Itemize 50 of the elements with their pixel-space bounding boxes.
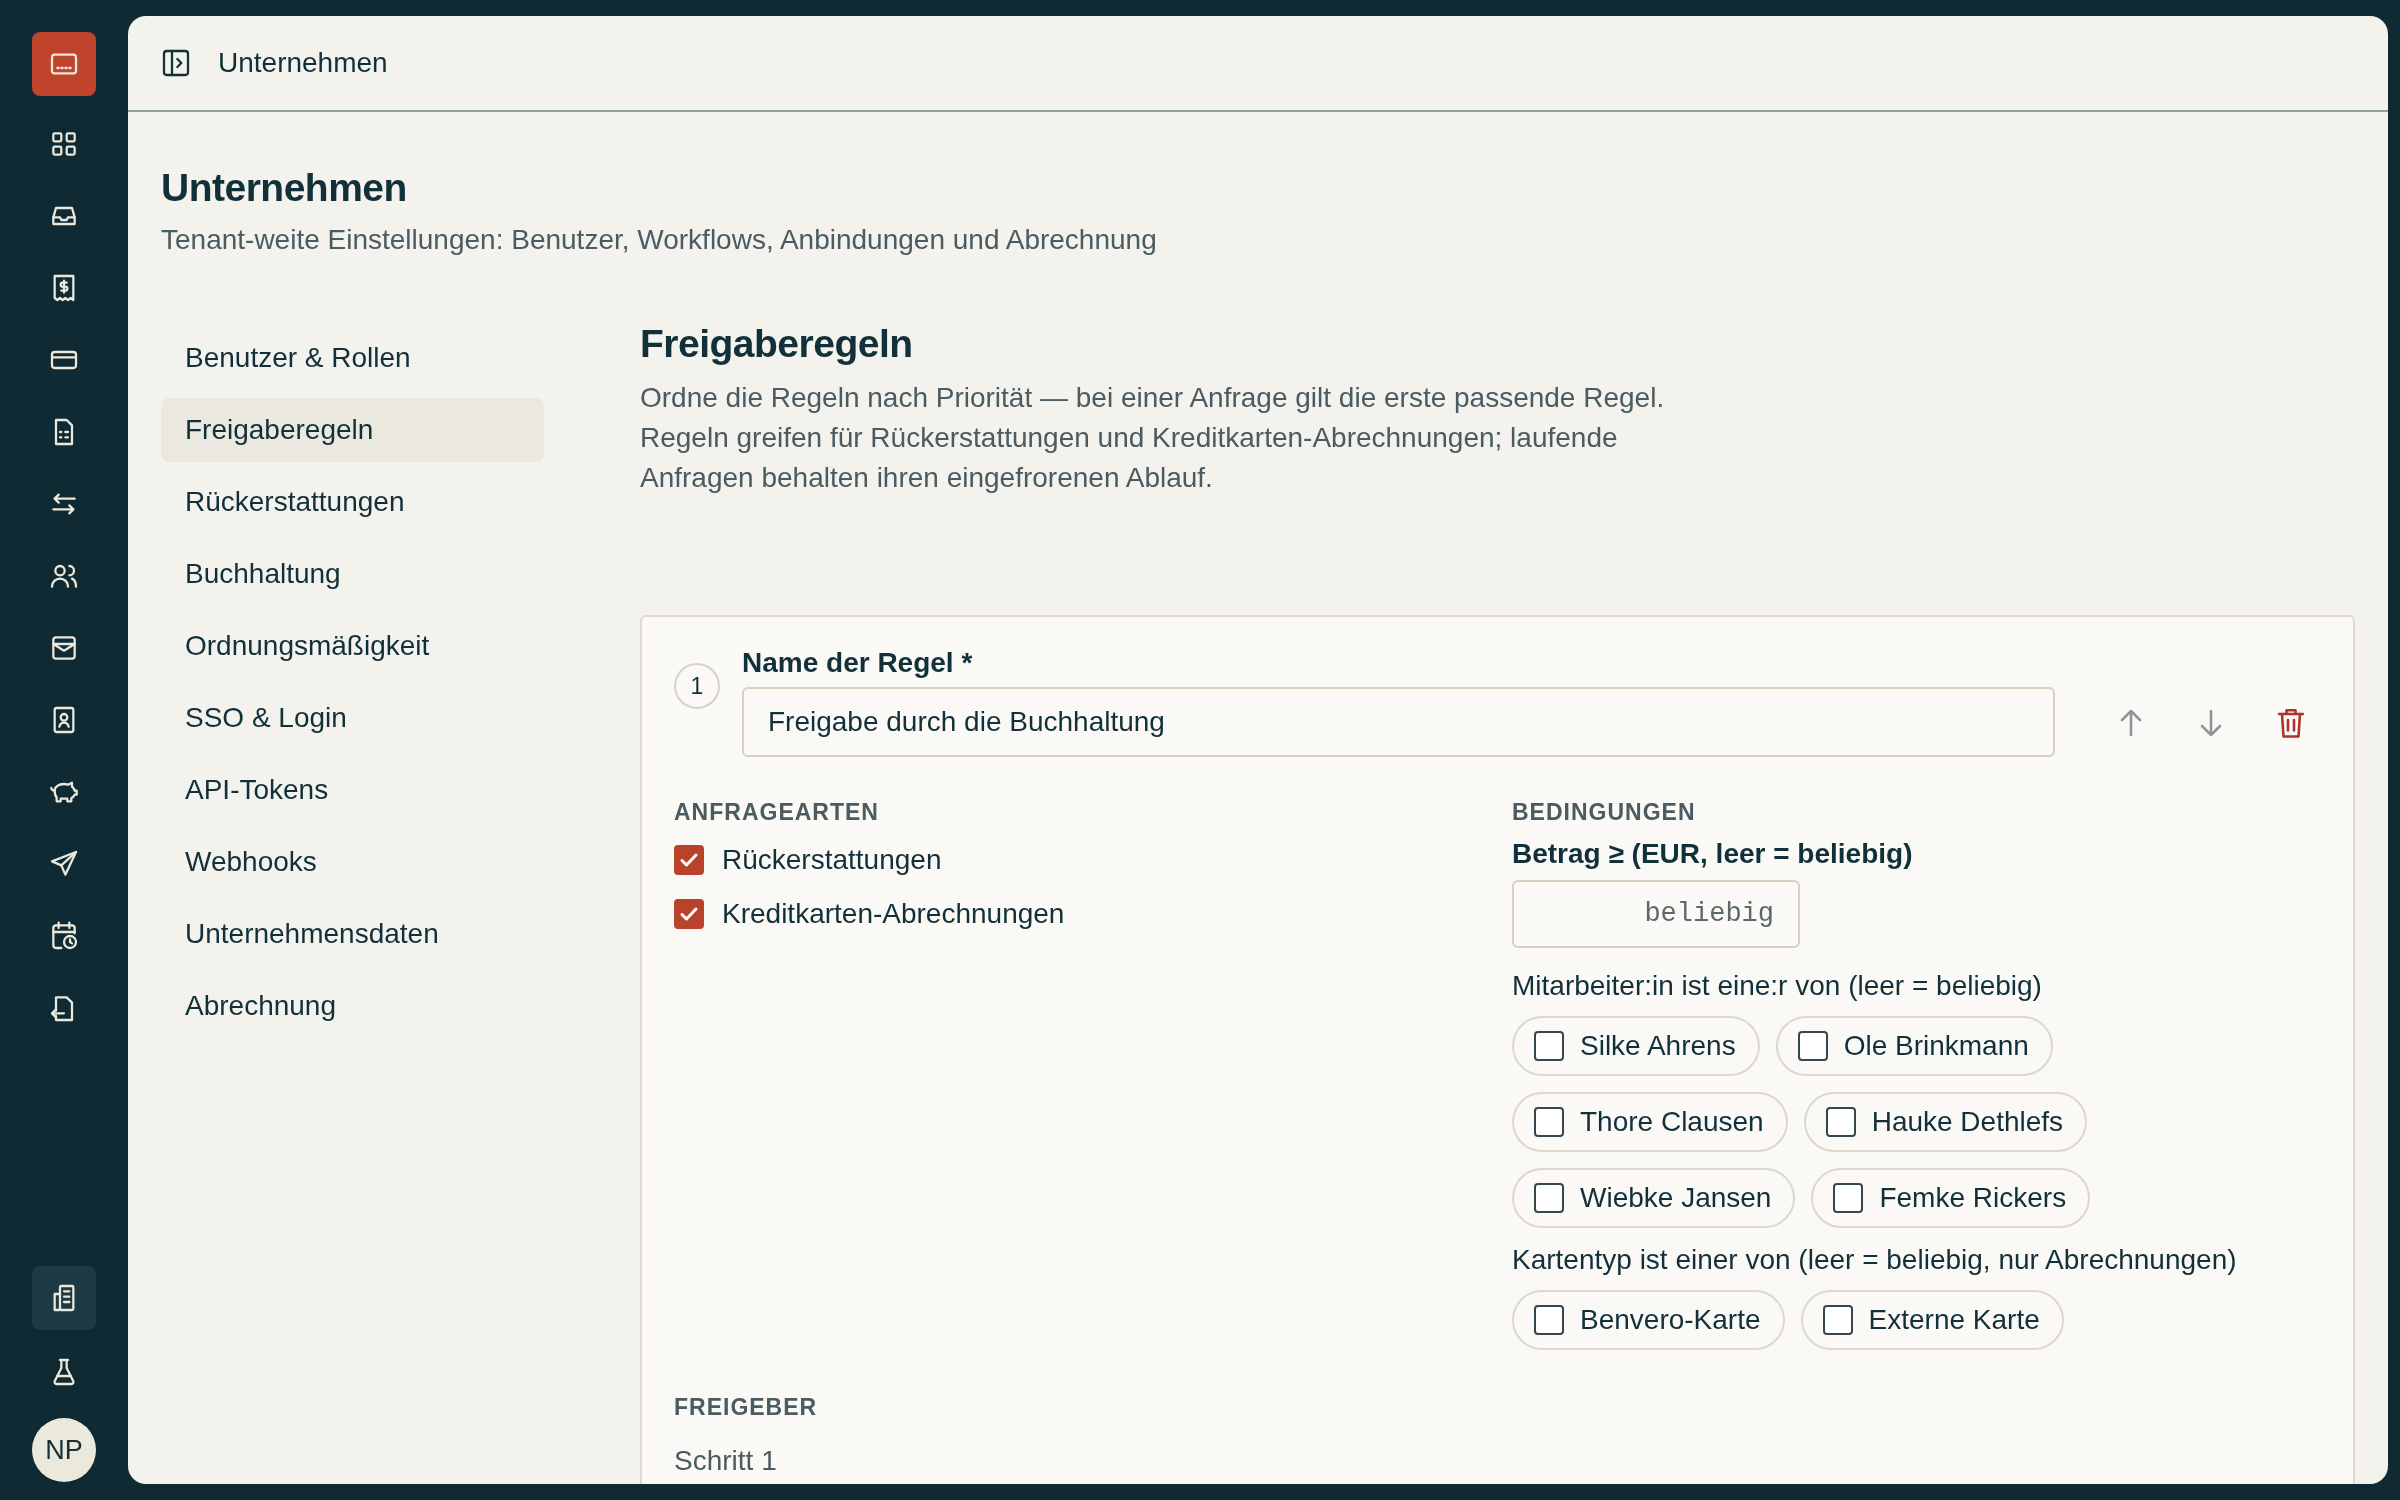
checkbox[interactable] — [1534, 1031, 1564, 1061]
app-logo[interactable] — [32, 32, 96, 96]
field-label: Name der Regel * — [742, 647, 974, 679]
checkbox[interactable] — [674, 899, 704, 929]
section-title: Freigaberegeln — [640, 322, 914, 366]
page-subtitle: Tenant-weite Einstellungen: Benutzer, Workflows, Anbindungen und Abrechnung — [161, 224, 1158, 256]
settings-nav-item[interactable]: API-Tokens — [161, 758, 544, 822]
checkbox[interactable] — [1825, 1107, 1856, 1137]
checkbox-label: Kreditkarten-Abrechnungen — [722, 898, 1065, 930]
filter-chip[interactable]: Benvero-Karte — [1512, 1290, 1785, 1350]
field-label: Kartentyp ist einer von (leer = beliebig, nur Abrechnungen) — [1512, 1244, 2238, 1276]
checkbox[interactable] — [1797, 1031, 1828, 1061]
rule-number: 1 — [674, 663, 720, 709]
breadcrumb-title: Unternehmen — [218, 47, 388, 79]
settings-nav-item[interactable]: Abrechnung — [161, 974, 544, 1038]
checkbox[interactable] — [1534, 1107, 1564, 1137]
field-label: Betrag ≥ (EUR, leer = beliebig) — [1512, 838, 1914, 870]
checkbox[interactable] — [1534, 1305, 1564, 1335]
filter-chip[interactable]: Silke Ahrens — [1512, 1016, 1760, 1076]
filter-chip[interactable]: Hauke Dethlefs — [1803, 1092, 2088, 1152]
settings-nav-item[interactable]: Webhooks — [161, 830, 544, 894]
section-heading: BEDINGUNGEN — [1512, 799, 1697, 826]
settings-nav-item[interactable]: SSO & Login — [161, 686, 544, 750]
checkbox[interactable] — [674, 845, 704, 875]
rule-name-field[interactable]: Freigabe durch die Buchhaltung — [742, 687, 2055, 757]
settings-nav-item[interactable]: Ordnungsmäßigkeit — [161, 614, 544, 678]
page-title: Unternehmen — [161, 166, 408, 210]
section-description: Ordne die Regeln nach Priorität — bei einer Anfrage gilt die erste passende Regel. Regeln greifen für Rückerstattungen und Kreditkarten-Abrechnungen; laufende Anfragen behalten ihren eingefrorenen Ablauf. — [640, 381, 1666, 495]
field-label: Mitarbeiter:in ist eine:r von (leer = beliebig) — [1512, 970, 2043, 1002]
filter-chip[interactable]: Externe Karte — [1800, 1290, 2064, 1350]
filter-chip[interactable]: Ole Brinkmann — [1775, 1016, 2053, 1076]
settings-nav-item[interactable]: Freigaberegeln — [161, 398, 544, 462]
amount-field[interactable]: beliebig — [1512, 880, 1800, 948]
section-heading: ANFRAGEARTEN — [674, 799, 880, 826]
settings-nav-item[interactable]: Rückerstattungen — [161, 470, 544, 534]
sidebar-toggle-icon[interactable] — [160, 47, 192, 79]
checkbox[interactable] — [1534, 1183, 1564, 1213]
filter-chip[interactable]: Wiebke Jansen — [1512, 1168, 1796, 1228]
building-nav-button[interactable] — [32, 1266, 96, 1330]
settings-nav-item[interactable]: Unternehmensdaten — [161, 902, 544, 966]
settings-nav-item[interactable]: Benutzer & Rollen — [161, 326, 544, 390]
step-label: Schritt 1 — [674, 1445, 778, 1477]
checkbox[interactable] — [1822, 1305, 1853, 1335]
settings-nav-item[interactable]: Buchhaltung — [161, 542, 544, 606]
checkbox[interactable] — [1833, 1183, 1864, 1213]
user-avatar[interactable]: NP — [32, 1418, 96, 1482]
filter-chip[interactable]: Thore Clausen — [1512, 1092, 1788, 1152]
checkbox-label: Rückerstattungen — [722, 844, 942, 876]
section-heading: FREIGEBER — [674, 1394, 819, 1421]
filter-chip[interactable]: Femke Rickers — [1811, 1168, 2091, 1228]
